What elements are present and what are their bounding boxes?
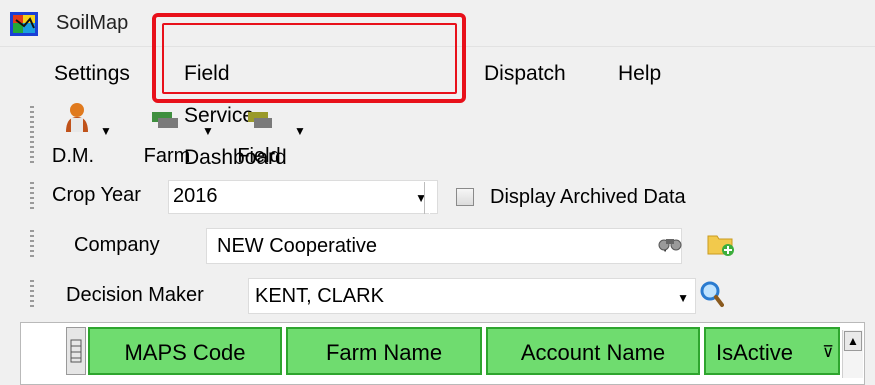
column-isactive-label: IsActive (716, 340, 794, 365)
company-label: Company (74, 234, 160, 256)
menu-settings[interactable]: Settings (50, 53, 134, 95)
field-dropdown-arrow[interactable]: ▼ (294, 124, 306, 138)
company-row: Company NEW Cooperative ▼ (30, 222, 750, 268)
separator (424, 182, 430, 214)
farm-icon (150, 108, 180, 130)
dm-dropdown-arrow[interactable]: ▼ (100, 124, 112, 138)
grid-row-header[interactable] (66, 327, 86, 375)
toolbar-grip[interactable] (30, 106, 34, 164)
soilmap-app-icon (10, 12, 38, 36)
decision-maker-row: Decision Maker KENT, CLARK ▼ (30, 272, 750, 318)
filter-icon[interactable]: ⊽ (822, 329, 834, 377)
highlight-inner-box (162, 23, 457, 94)
column-isactive[interactable]: IsActive ⊽ (704, 327, 840, 375)
chevron-down-icon[interactable]: ▼ (677, 291, 689, 305)
field-icon (244, 108, 274, 130)
search-icon[interactable] (698, 280, 724, 308)
crop-year-row: Crop Year 2016 ▼ (30, 176, 438, 218)
company-select[interactable]: NEW Cooperative ▼ (206, 228, 682, 264)
crop-year-label: Crop Year (52, 184, 141, 206)
person-icon (64, 102, 90, 132)
decision-maker-select[interactable]: KENT, CLARK ▼ (248, 278, 696, 314)
app-window: SoilMap Settings Field Service Dashboard… (0, 0, 875, 385)
field-button[interactable]: ▼ Field (222, 102, 306, 168)
crop-year-grip[interactable] (30, 182, 34, 212)
crop-year-value: 2016 (173, 185, 218, 207)
dm-button[interactable]: ▼ D.M. (44, 102, 112, 168)
menu-help[interactable]: Help (614, 53, 665, 95)
dm-label: D.M. (51, 145, 95, 167)
crop-year-select[interactable]: 2016 ▼ (168, 180, 438, 214)
menu-dispatch[interactable]: Dispatch (480, 53, 570, 95)
farm-button[interactable]: ▼ Farm (128, 102, 214, 168)
decision-maker-label: Decision Maker (66, 284, 204, 306)
farm-label: Farm (143, 145, 191, 167)
archived-label[interactable]: Display Archived Data (490, 186, 686, 209)
column-farm-name[interactable]: Farm Name (286, 327, 482, 375)
decision-maker-value: KENT, CLARK (255, 285, 384, 307)
farm-dropdown-arrow[interactable]: ▼ (202, 124, 214, 138)
window-title: SoilMap (56, 12, 129, 34)
decision-maker-grip[interactable] (30, 280, 34, 310)
add-folder-icon[interactable] (706, 230, 736, 258)
column-account-name[interactable]: Account Name (486, 327, 700, 375)
company-value: NEW Cooperative (217, 235, 378, 257)
scroll-up-button[interactable]: ▲ (844, 331, 862, 351)
vertical-scrollbar[interactable]: ▲ (842, 330, 863, 378)
company-grip[interactable] (30, 230, 34, 260)
binoculars-icon[interactable] (658, 234, 682, 252)
column-maps-code[interactable]: MAPS Code (88, 327, 282, 375)
toolbar: ▼ D.M. ▼ Farm ▼ Field (30, 100, 320, 172)
archived-checkbox[interactable] (456, 188, 474, 206)
field-label: Field (237, 145, 281, 167)
